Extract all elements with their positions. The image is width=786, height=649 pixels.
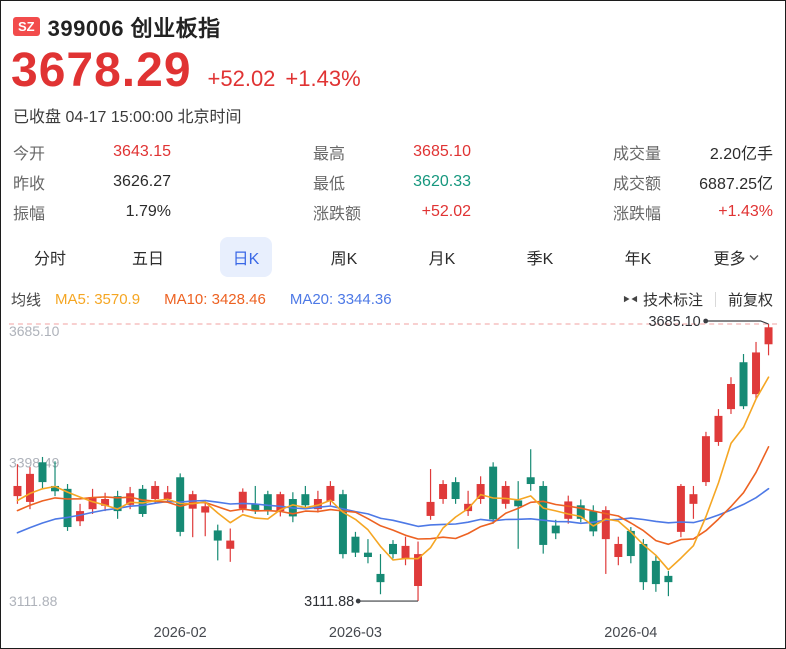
stock-detail-page: SZ 399006 创业板指 3678.29 +52.02 +1.43% 已收盘…	[0, 0, 786, 649]
stat-open: 今开 3643.15	[13, 143, 171, 163]
title-row: SZ 399006 创业板指	[1, 1, 785, 41]
tab-five-day[interactable]: 五日	[119, 237, 177, 277]
tab-quarterly-k[interactable]: 季K	[514, 237, 567, 277]
stat-amplitude: 振幅 1.79%	[13, 203, 171, 223]
stat-volume: 成交量 2.20亿手	[613, 146, 773, 163]
svg-text:2026-03: 2026-03	[329, 625, 382, 641]
svg-text:2026-04: 2026-04	[604, 625, 657, 641]
svg-text:3685.10: 3685.10	[9, 323, 60, 339]
price-change-percent: +1.43%	[285, 66, 361, 91]
price-change: +52.02	[207, 66, 276, 91]
svg-text:3398.49: 3398.49	[9, 455, 60, 471]
stats-column-1: 今开 3643.15 昨收 3626.27 振幅 1.79%	[1, 137, 263, 227]
tab-daily-k[interactable]: 日K	[219, 237, 273, 277]
stat-high: 最高 3685.10	[313, 143, 471, 163]
stat-turnover: 成交额 6887.25亿	[613, 176, 773, 193]
period-tab-bar: 分时 五日 日K 周K 月K 季K 年K 更多	[1, 237, 785, 277]
tab-yearly-k[interactable]: 年K	[612, 237, 665, 277]
svg-text:3111.88: 3111.88	[304, 594, 354, 610]
annotation-tool-icon	[623, 293, 638, 305]
tab-weekly-k[interactable]: 周K	[318, 237, 371, 277]
chart-tools: 技术标注 前复权	[623, 289, 773, 310]
svg-text:2026-02: 2026-02	[154, 625, 207, 641]
market-status-line: 已收盘 04-17 15:00:00 北京时间	[13, 109, 242, 126]
stats-column-3: 成交量 2.20亿手 成交额 6887.25亿 涨跌幅 +1.43%	[525, 137, 785, 227]
ma-title: 均线	[11, 291, 42, 309]
ma5-legend: MA5: 3570.9	[55, 290, 141, 308]
exchange-badge: SZ	[13, 17, 40, 36]
price-row: 3678.29 +52.02 +1.43%	[1, 43, 785, 97]
svg-text:3685.10: 3685.10	[648, 314, 700, 330]
ma20-legend: MA20: 3344.36	[289, 290, 392, 308]
kline-chart[interactable]: 3685.10 3398.49 3111.88 2026-02 2026-03 2026-…	[1, 311, 785, 648]
stat-change-percent: 涨跌幅 +1.43%	[613, 203, 773, 223]
kline-chart-area: 3685.10 3398.49 3111.88 2026-02 2026-03 2026-…	[1, 311, 785, 648]
chevron-down-icon	[749, 254, 759, 261]
stats-column-2: 最高 3685.10 最低 3620.33 涨跌额 +52.02	[263, 137, 525, 227]
tech-annotation-button[interactable]: 技术标注	[623, 289, 703, 310]
stat-low: 最低 3620.33	[313, 173, 471, 193]
tab-more[interactable]: 更多	[700, 237, 771, 277]
forward-adjust-button[interactable]: 前复权	[728, 289, 773, 310]
stat-change-amount: 涨跌额 +52.02	[313, 203, 471, 223]
tab-monthly-k[interactable]: 月K	[416, 237, 469, 277]
svg-text:3111.88: 3111.88	[9, 593, 58, 609]
ma-legend-bar: 均线 MA5: 3570.9 MA10: 3428.46 MA20: 3344.…	[1, 287, 785, 311]
ma10-legend: MA10: 3428.46	[164, 290, 266, 308]
quote-stats-grid: 今开 3643.15 昨收 3626.27 振幅 1.79% 最高 3685.1…	[1, 137, 785, 227]
tab-minute[interactable]: 分时	[21, 237, 79, 277]
last-price: 3678.29	[11, 44, 192, 97]
stat-prev-close: 昨收 3626.27	[13, 173, 171, 193]
symbol-title: 399006 创业板指	[47, 15, 221, 41]
divider	[714, 291, 716, 307]
